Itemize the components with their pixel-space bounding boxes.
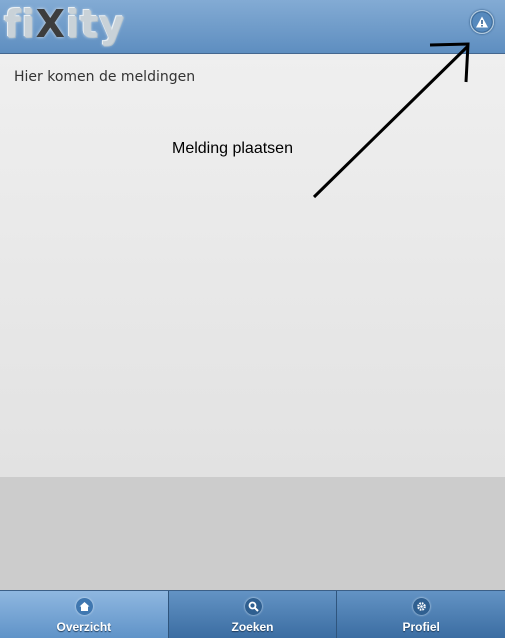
gear-icon [413,598,431,615]
home-icon [75,598,93,615]
tab-zoeken[interactable]: Zoeken [167,591,337,638]
tab-overzicht[interactable]: Overzicht [0,591,168,638]
search-icon [244,598,262,615]
tab-zoeken-label: Zoeken [231,620,274,634]
tab-profiel-label: Profiel [402,620,440,634]
tab-overzicht-label: Overzicht [56,620,112,634]
tab-profiel[interactable]: Profiel [336,591,505,638]
annotation-arrow [312,42,470,199]
bottom-nav: Overzicht Zoeken Profiel [0,590,505,638]
